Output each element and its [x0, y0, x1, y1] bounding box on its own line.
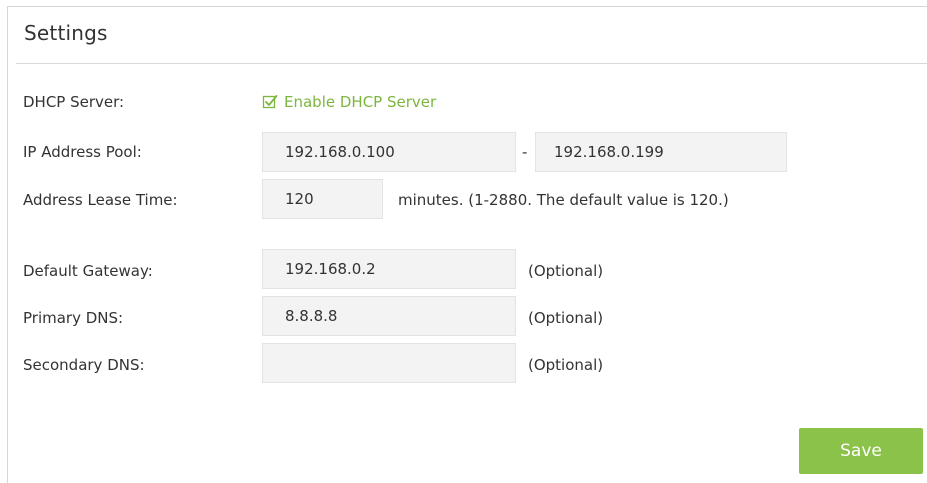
secondary-dns-label: Secondary DNS: — [23, 356, 145, 374]
lease-time-hint: minutes. (1-2880. The default value is 1… — [398, 191, 729, 209]
save-button[interactable]: Save — [799, 428, 923, 474]
settings-panel: Settings DHCP Server: Enable DHCP Server… — [7, 6, 927, 483]
primary-dns-label: Primary DNS: — [23, 309, 124, 327]
dhcp-server-label: DHCP Server: — [23, 93, 125, 111]
lease-time-input[interactable]: 120 — [262, 179, 383, 219]
ip-pool-separator: - — [522, 143, 528, 161]
default-gateway-label: Default Gateway: — [23, 262, 153, 280]
primary-dns-input[interactable]: 8.8.8.8 — [262, 296, 516, 336]
page-title: Settings — [24, 21, 108, 45]
checkbox-checked-icon — [262, 94, 278, 110]
primary-dns-optional-hint: (Optional) — [528, 309, 604, 327]
secondary-dns-optional-hint: (Optional) — [528, 356, 604, 374]
enable-dhcp-label: Enable DHCP Server — [284, 93, 437, 111]
address-lease-time-label: Address Lease Time: — [23, 191, 178, 209]
ip-pool-start-input[interactable]: 192.168.0.100 — [262, 132, 516, 172]
enable-dhcp-checkbox[interactable]: Enable DHCP Server — [262, 91, 436, 113]
default-gateway-input[interactable]: 192.168.0.2 — [262, 249, 516, 289]
secondary-dns-input[interactable] — [262, 343, 516, 383]
ip-address-pool-label: IP Address Pool: — [23, 143, 142, 161]
default-gateway-optional-hint: (Optional) — [528, 262, 604, 280]
ip-pool-end-input[interactable]: 192.168.0.199 — [535, 132, 787, 172]
title-divider — [16, 63, 927, 64]
